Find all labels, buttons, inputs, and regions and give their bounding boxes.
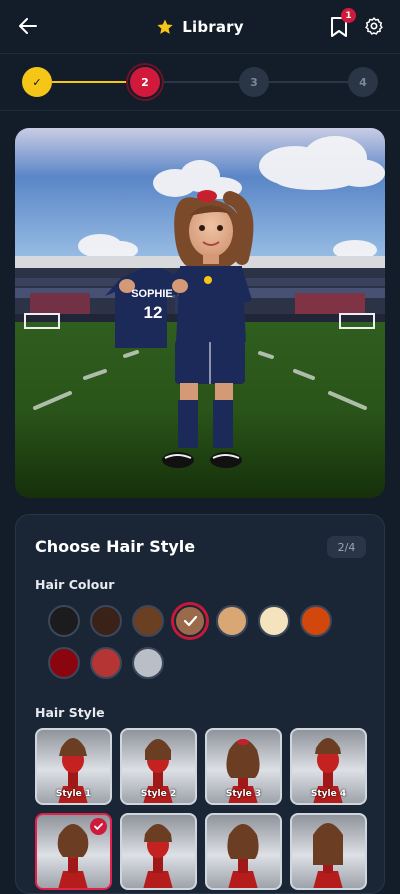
hair-colour-swatch[interactable] [216,605,248,637]
hair-colour-swatch[interactable] [90,605,122,637]
page-indicator: 2/4 [327,536,366,558]
selected-check-icon [90,818,107,835]
hair-colour-swatch[interactable] [300,605,332,637]
top-app-bar: Library 1 [0,0,400,54]
hair-style-option[interactable]: Style 1 [35,728,112,805]
mannequin-head-icon [313,823,343,888]
back-arrow-icon [19,18,37,34]
hair-style-option[interactable] [120,813,197,890]
star-icon [157,19,173,34]
back-button[interactable] [14,12,42,40]
settings-button[interactable] [364,16,384,36]
hair-colour-swatch[interactable] [90,647,122,679]
checkmark-icon [183,615,198,627]
hair-style-label: Style 4 [310,789,347,799]
divider [0,110,400,111]
hair-colour-swatch[interactable] [132,605,164,637]
title-group: Library [156,18,244,36]
hair-colour-swatch[interactable] [132,647,164,679]
stadium-scene: SOPHIE 12 [15,128,385,498]
notification-badge: 1 [341,8,356,23]
bookmarks-button[interactable]: 1 [328,8,356,38]
gear-icon [365,17,383,35]
hair-style-option[interactable]: Style 4 [290,728,367,805]
hair-colour-label: Hair Colour [35,577,115,592]
jersey-number: 12 [144,303,163,322]
step-3[interactable]: 3 [239,67,269,97]
hair-colour-swatch[interactable] [48,605,80,637]
hair-style-option[interactable] [205,813,282,890]
step-2[interactable]: 2 [130,67,160,97]
hair-style-label: Style 1 [55,789,92,799]
hair-style-card: Choose Hair Style 2/4 Hair Colour Hair S… [15,514,385,894]
mannequin-head-icon [143,824,173,888]
hair-colour-swatch[interactable] [48,647,80,679]
mannequin-head-icon [227,824,259,888]
step-1[interactable]: ✓ [22,67,52,97]
avatar-preview: SOPHIE 12 [15,128,385,498]
page-title: Library [182,17,244,36]
hair-style-option[interactable] [35,813,112,890]
hair-style-option[interactable]: Style 2 [120,728,197,805]
hair-style-label: Style 2 [140,789,177,799]
hair-style-label: Style 3 [225,789,262,799]
step-4[interactable]: 4 [348,67,378,97]
hair-colour-swatch[interactable] [174,605,206,637]
hair-colour-swatch[interactable] [258,605,290,637]
hair-style-label: Hair Style [35,705,105,720]
jersey-name: SOPHIE [131,288,173,300]
section-title: Choose Hair Style [35,537,196,556]
hair-style-option[interactable] [290,813,367,890]
stepper-line-complete [52,81,128,83]
hair-style-option[interactable]: Style 3 [205,728,282,805]
progress-stepper: ✓ 2 3 4 [22,67,378,97]
